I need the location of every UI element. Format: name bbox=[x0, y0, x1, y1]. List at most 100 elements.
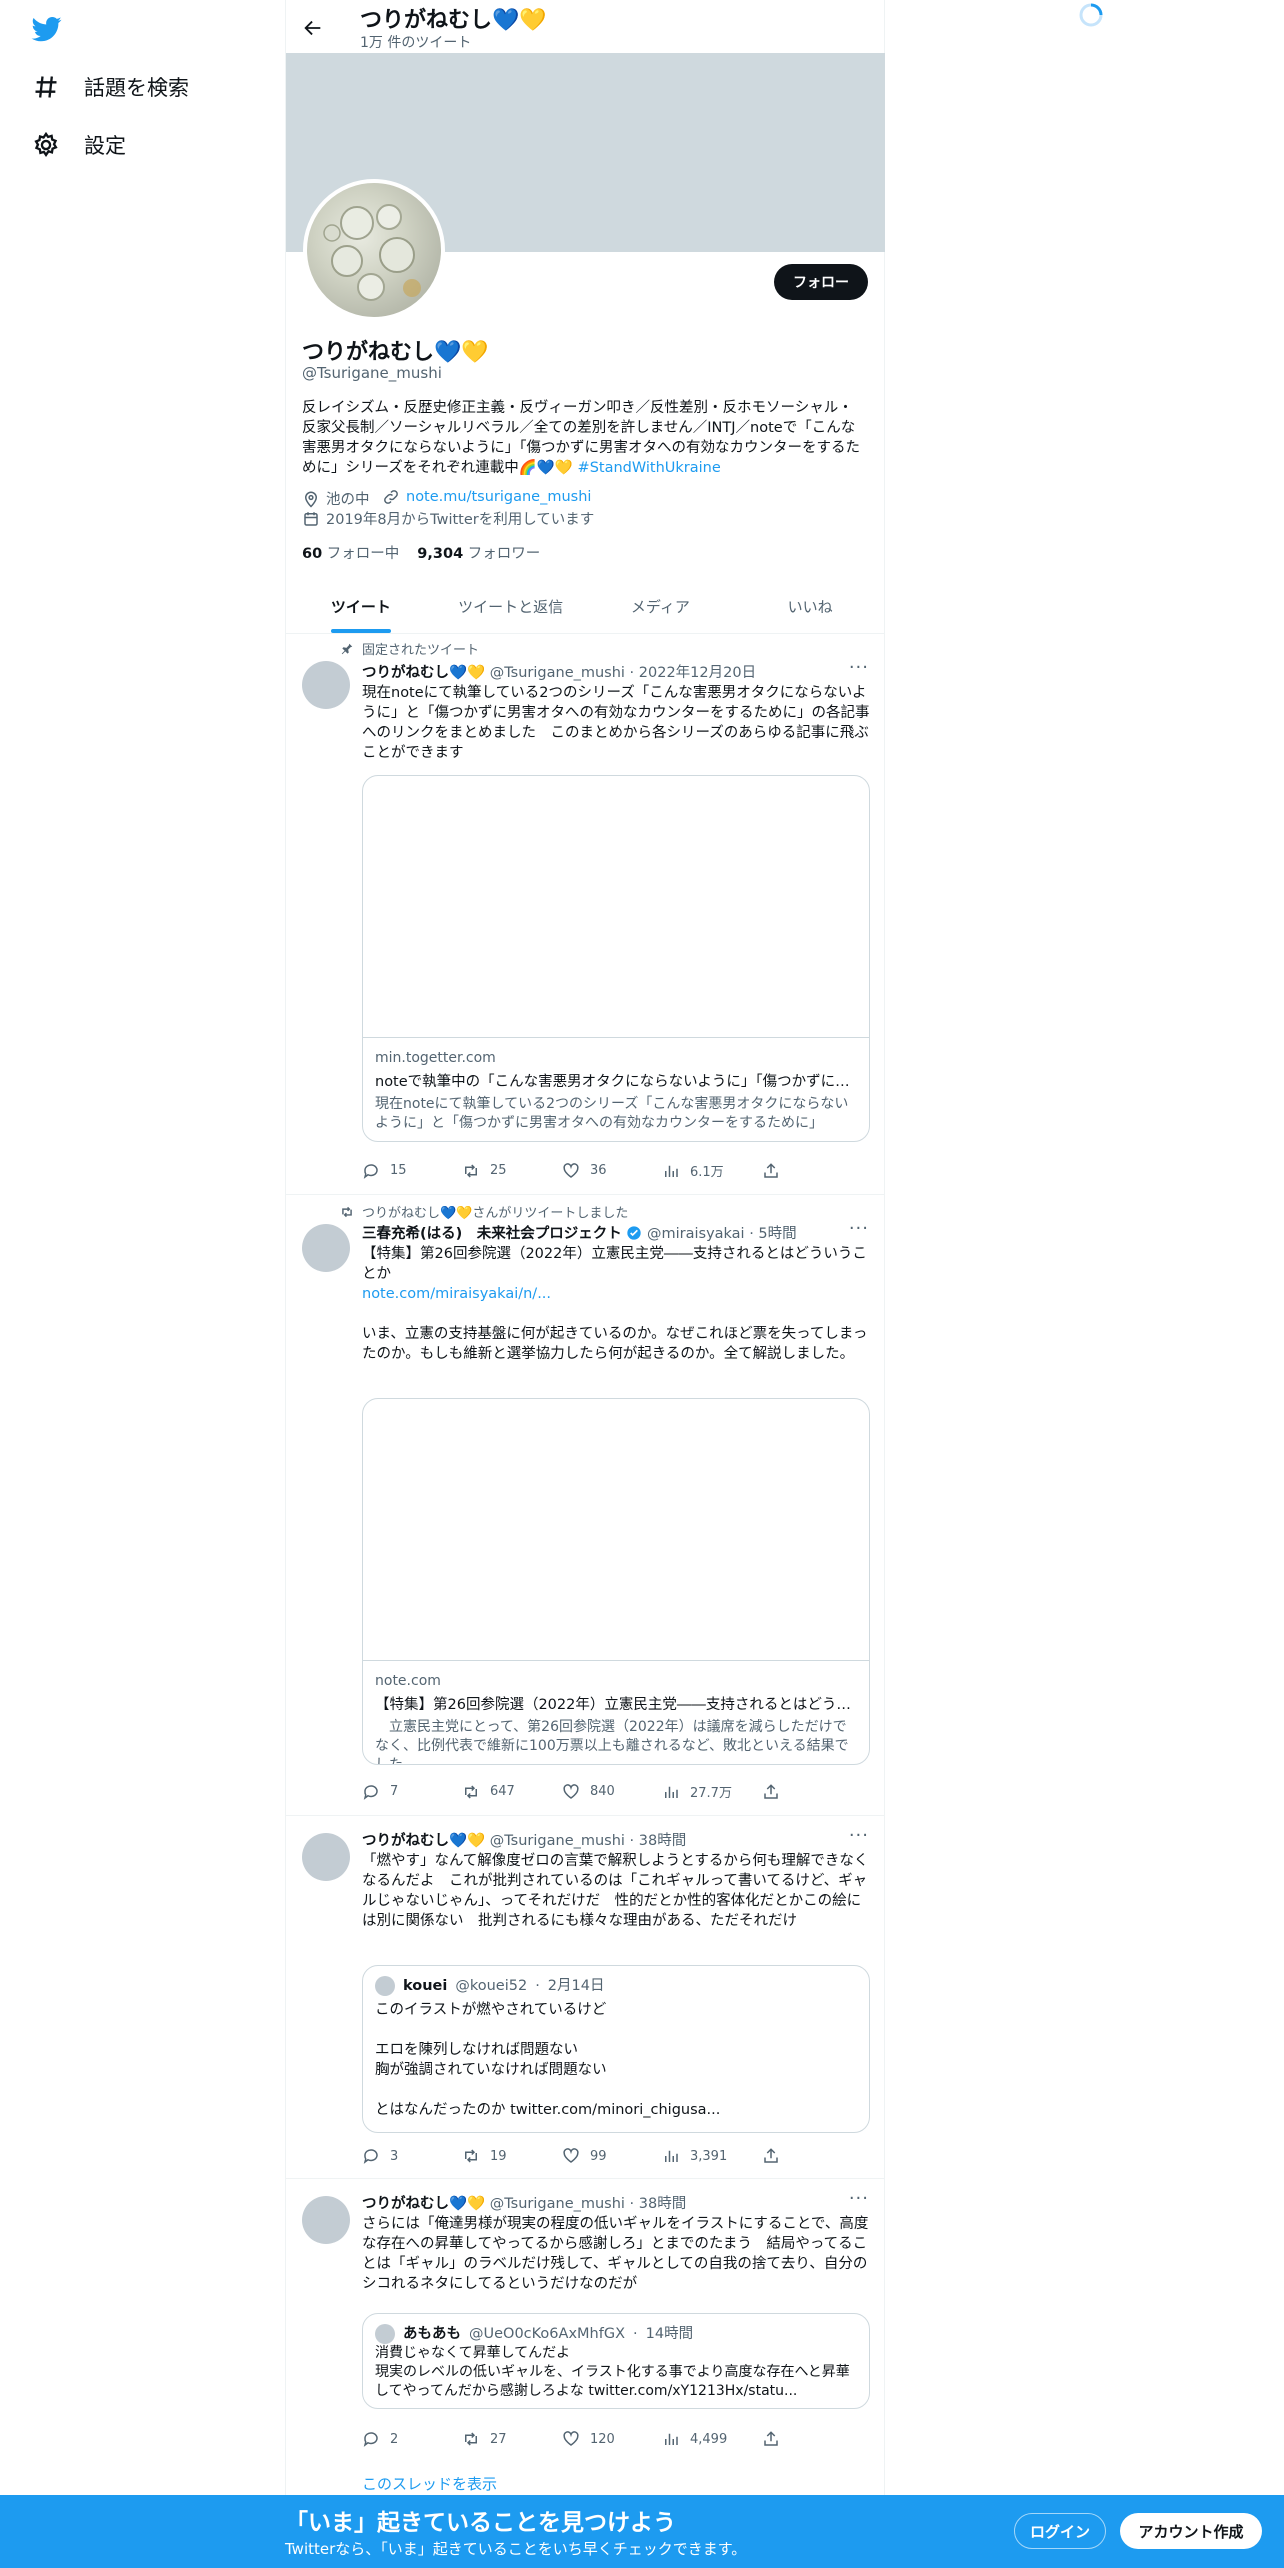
more-icon[interactable]: ··· bbox=[849, 657, 869, 678]
link-card[interactable]: note.com 【特集】第26回参院選（2022年）立憲民主党――支持されると… bbox=[362, 1398, 870, 1765]
tweet-author-name[interactable]: つりがねむし💙💛 bbox=[362, 1833, 485, 1849]
followers-link[interactable]: 9,304 フォロワー bbox=[417, 542, 540, 563]
retweet-button[interactable]: 27 bbox=[462, 2430, 542, 2448]
profile-counts: 60 フォロー中 9,304 フォロワー bbox=[302, 542, 540, 563]
quoted-tweet[interactable]: あもあも @UeO0cKo6AxMhfGX · 14時間 消費じゃなくて昇華してんだ… bbox=[362, 2313, 870, 2409]
reply-button[interactable]: 2 bbox=[362, 2430, 442, 2448]
heart-icon bbox=[563, 1162, 579, 1178]
avatar[interactable] bbox=[302, 1833, 350, 1881]
quoted-time: 2月14日 bbox=[547, 1978, 605, 1994]
tweet-pinned[interactable]: 固定されたツイート つりがねむし💙💛 @Tsurigane_mushi · 20… bbox=[286, 635, 885, 1195]
nav-settings[interactable]: 設定 bbox=[32, 130, 126, 160]
pinned-label: 固定されたツイート bbox=[362, 643, 480, 658]
reply-button[interactable]: 15 bbox=[362, 1161, 442, 1180]
tweet-author-name[interactable]: 三春充希(はる) 未来社会プロジェクト bbox=[362, 1226, 622, 1242]
retweet-count: 647 bbox=[490, 1784, 515, 1799]
quoted-text: 消費じゃなくて昇華してんだよ 現実のレベルの低いギャルを、イラスト化する事でより… bbox=[375, 2345, 850, 2399]
views-button[interactable]: 6.1万 bbox=[662, 1161, 742, 1180]
profile-location: 池の中 bbox=[302, 488, 370, 509]
reply-button[interactable]: 7 bbox=[362, 1782, 442, 1801]
tweet-actions: 3 19 99 3,391 bbox=[362, 2147, 792, 2165]
twitter-logo-icon[interactable] bbox=[30, 14, 64, 44]
tweet-author-name[interactable]: つりがねむし💙💛 bbox=[362, 665, 485, 681]
views-button[interactable]: 27.7万 bbox=[662, 1782, 742, 1801]
more-icon[interactable]: ··· bbox=[849, 2188, 869, 2209]
like-count: 840 bbox=[590, 1784, 615, 1799]
tweet-time[interactable]: 5時間 bbox=[758, 1226, 796, 1242]
reply-count: 2 bbox=[390, 2431, 399, 2447]
card-image bbox=[363, 1399, 869, 1661]
more-icon[interactable]: ··· bbox=[849, 1825, 869, 1846]
reply-button[interactable]: 3 bbox=[362, 2147, 442, 2165]
tweet-author-handle[interactable]: @Tsurigane_mushi bbox=[490, 665, 625, 681]
tab-media[interactable]: メディア bbox=[586, 580, 736, 633]
nav-explore[interactable]: 話題を検索 bbox=[32, 72, 189, 102]
tweet-author-handle[interactable]: @Tsurigane_mushi bbox=[490, 2196, 625, 2212]
share-button[interactable] bbox=[762, 1161, 792, 1180]
like-button[interactable]: 120 bbox=[562, 2430, 642, 2448]
tweet-author-handle[interactable]: @miraisyakai bbox=[647, 1226, 745, 1242]
share-icon bbox=[764, 1162, 778, 1178]
following-label: フォロー中 bbox=[326, 546, 400, 562]
share-button[interactable] bbox=[762, 2147, 792, 2165]
signup-button[interactable]: アカウント作成 bbox=[1120, 2513, 1262, 2549]
like-button[interactable]: 36 bbox=[562, 1161, 642, 1180]
retweet-button[interactable]: 19 bbox=[462, 2147, 542, 2165]
card-title: noteで執筆中の「こんな害悪男オタクにならないように」「傷つかずに男害オタへの… bbox=[375, 1074, 869, 1090]
back-arrow-icon[interactable] bbox=[302, 17, 324, 39]
show-thread-link[interactable]: このスレッドを表示 bbox=[362, 2473, 497, 2494]
views-chart-icon bbox=[665, 2150, 678, 2162]
retweet-button[interactable]: 25 bbox=[462, 1161, 542, 1180]
profile-url-text[interactable]: note.mu/tsurigane_mushi bbox=[406, 489, 591, 505]
tweet-actions: 7 647 840 27.7万 bbox=[362, 1782, 792, 1801]
profile-handle: @Tsurigane_mushi bbox=[302, 364, 442, 382]
verified-badge-icon bbox=[627, 1226, 642, 1240]
retweeted-by-label[interactable]: つりがねむし💙💛さんがリツイートしました bbox=[362, 1202, 628, 1221]
views-button[interactable]: 4,499 bbox=[662, 2430, 742, 2448]
share-icon bbox=[764, 1783, 778, 1799]
tweet-time[interactable]: 38時間 bbox=[639, 2196, 686, 2212]
reply-icon bbox=[363, 1163, 378, 1179]
avatar[interactable] bbox=[302, 2196, 350, 2244]
quoted-tweet[interactable]: kouei @kouei52 · 2月14日 このイラストが燃やされているけど エロ… bbox=[362, 1965, 870, 2133]
tweet-text-2: いま、立憲の支持基盤に何が起きているのか。なぜこれほど票を失ってしまったのか。も… bbox=[362, 1326, 868, 1362]
views-button[interactable]: 3,391 bbox=[662, 2147, 742, 2165]
tab-tweets[interactable]: ツイート bbox=[286, 580, 436, 633]
tweet-quote-2[interactable]: つりがねむし💙💛 @Tsurigane_mushi · 38時間 ··· さらに… bbox=[286, 2180, 885, 2495]
follow-button[interactable]: フォロー bbox=[774, 264, 868, 300]
retweet-context-icon bbox=[342, 1206, 352, 1217]
tab-likes[interactable]: いいね bbox=[735, 580, 885, 633]
tweet-quote-1[interactable]: つりがねむし💙💛 @Tsurigane_mushi · 38時間 ··· 「燃や… bbox=[286, 1817, 885, 2179]
retweet-button[interactable]: 647 bbox=[462, 1782, 542, 1801]
like-button[interactable]: 99 bbox=[562, 2147, 642, 2165]
following-link[interactable]: 60 フォロー中 bbox=[302, 542, 399, 563]
bottom-bar-subline: Twitterなら、「いま」起きていることをいち早くチェックできます。 bbox=[285, 2540, 747, 2558]
reply-count: 3 bbox=[390, 2148, 399, 2164]
nav-explore-label: 話題を検索 bbox=[84, 76, 189, 100]
tweet-time[interactable]: 38時間 bbox=[639, 1833, 686, 1849]
share-button[interactable] bbox=[762, 1782, 792, 1801]
tweet-retweeted[interactable]: つりがねむし💙💛さんがリツイートしました 三春充希(はる) 未来社会プロジェクト… bbox=[286, 1196, 885, 1816]
like-button[interactable]: 840 bbox=[562, 1782, 642, 1801]
profile-location-text: 池の中 bbox=[326, 492, 370, 508]
tweet-link[interactable]: note.com/miraisyakai/n/... bbox=[362, 1284, 872, 1304]
profile-url[interactable]: note.mu/tsurigane_mushi bbox=[382, 488, 591, 506]
profile-avatar[interactable] bbox=[303, 179, 445, 321]
avatar[interactable] bbox=[302, 661, 350, 709]
share-button[interactable] bbox=[762, 2430, 792, 2448]
avatar bbox=[375, 1976, 395, 1996]
tweet-author-handle[interactable]: @Tsurigane_mushi bbox=[490, 1833, 625, 1849]
card-description: 現在noteにて執筆している2つのシリーズ「こんな害悪男オタクにならないように」… bbox=[375, 1096, 849, 1131]
gear-icon bbox=[34, 131, 58, 157]
avatar[interactable] bbox=[302, 1224, 350, 1272]
tweet-actions: 15 25 36 6.1万 bbox=[362, 1161, 792, 1180]
more-icon[interactable]: ··· bbox=[849, 1218, 869, 1239]
reply-icon bbox=[363, 2149, 378, 2164]
tweet-time[interactable]: 2022年12月20日 bbox=[639, 665, 756, 681]
bio-hashtag-link[interactable]: #StandWithUkraine bbox=[578, 460, 721, 476]
views-chart-icon bbox=[665, 1786, 678, 1798]
link-card[interactable]: min.togetter.com noteで執筆中の「こんな害悪男オタクにならな… bbox=[362, 775, 870, 1142]
tab-tweets-and-replies[interactable]: ツイートと返信 bbox=[436, 580, 586, 633]
tweet-author-name[interactable]: つりがねむし💙💛 bbox=[362, 2196, 485, 2212]
login-button[interactable]: ログイン bbox=[1014, 2513, 1106, 2549]
